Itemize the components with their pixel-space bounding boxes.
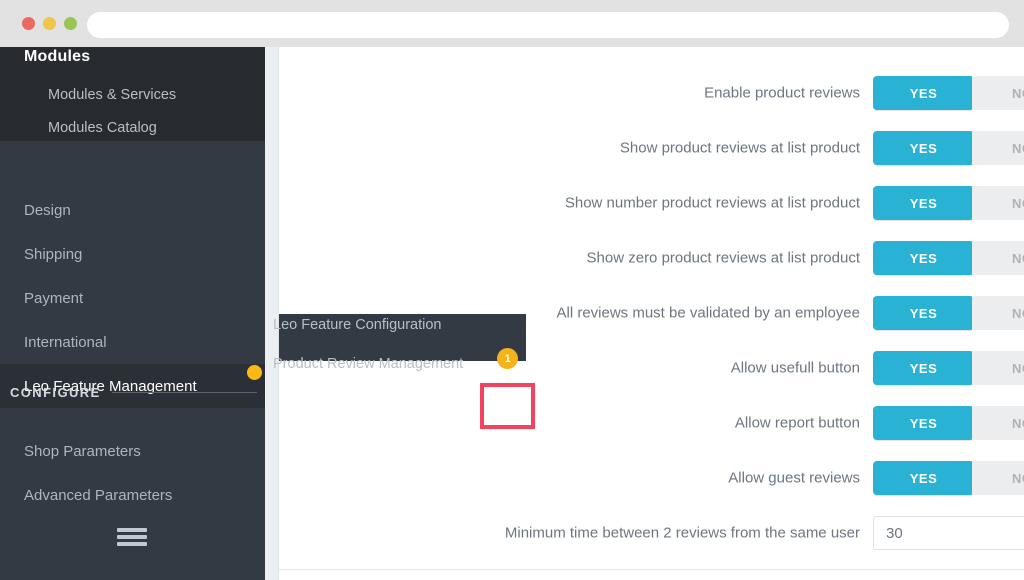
sidebar-item-modules-catalog[interactable]: Modules Catalog	[48, 120, 157, 136]
toggle-enable-product-reviews[interactable]: YES NO	[873, 76, 1024, 110]
product-review-count-badge: 1	[497, 348, 518, 369]
toggle-no-option[interactable]: NO	[972, 461, 1024, 495]
settings-row: Show product reviews at list product YES…	[279, 131, 1024, 165]
toggle-no-option[interactable]: NO	[972, 241, 1024, 275]
settings-row: Minimum time between 2 reviews from the …	[279, 516, 1024, 550]
hamburger-icon[interactable]	[117, 526, 147, 548]
toggle-yes-option[interactable]: YES	[873, 406, 974, 440]
settings-row: Enable product reviews YES NO	[279, 76, 1024, 110]
toggle-yes-option[interactable]: YES	[873, 131, 974, 165]
flyout-item-leo-feature-configuration[interactable]: Leo Feature Configuration	[273, 317, 441, 333]
sidebar-item-shop-parameters[interactable]: Shop Parameters	[0, 429, 265, 473]
toggle-show-product-reviews-at-list-product[interactable]: YES NO	[873, 131, 1024, 165]
row-label: All reviews must be validated by an empl…	[556, 304, 861, 322]
active-item-dot-icon	[247, 365, 262, 380]
toggle-yes-option[interactable]: YES	[873, 461, 974, 495]
window-controls	[22, 17, 77, 30]
settings-row: Show number product reviews at list prod…	[279, 186, 1024, 220]
flyout-item-product-review-management[interactable]: Product Review Management	[273, 356, 463, 372]
sidebar-group-divider	[112, 392, 257, 393]
app-screenshot: Modules Modules & Services Modules Catal…	[0, 0, 1024, 580]
row-label: Enable product reviews	[704, 84, 860, 102]
row-label: Show number product reviews at list prod…	[564, 194, 860, 212]
toggle-no-option[interactable]: NO	[972, 186, 1024, 220]
hamburger-bar	[117, 542, 147, 546]
row-label: Allow usefull button	[730, 359, 860, 377]
toggle-no-option[interactable]: NO	[972, 296, 1024, 330]
toggle-yes-option[interactable]: YES	[873, 296, 974, 330]
toggle-allow-report-button[interactable]: YES NO	[873, 406, 1024, 440]
toggle-no-option[interactable]: NO	[972, 351, 1024, 385]
toggle-yes-option[interactable]: YES	[873, 241, 974, 275]
zoom-window-button[interactable]	[64, 17, 77, 30]
toggle-allow-guest-reviews[interactable]: YES NO	[873, 461, 1024, 495]
toggle-allow-usefull-button[interactable]: YES NO	[873, 351, 1024, 385]
sidebar-content-gutter	[265, 47, 278, 580]
row-label: Allow report button	[734, 414, 860, 432]
attention-highlight-box	[480, 383, 535, 429]
sidebar-item-modules-services[interactable]: Modules & Services	[48, 87, 176, 103]
address-bar[interactable]	[87, 12, 1009, 38]
close-window-button[interactable]	[22, 17, 35, 30]
admin-sidebar: Modules Modules & Services Modules Catal…	[0, 47, 279, 580]
minimum-time-between-reviews-input[interactable]	[873, 516, 1024, 550]
toggle-no-option[interactable]: NO	[972, 406, 1024, 440]
toggle-show-zero-product-reviews-at-list-product[interactable]: YES NO	[873, 241, 1024, 275]
toggle-no-option[interactable]: NO	[972, 131, 1024, 165]
hamburger-bar	[117, 528, 147, 532]
flyout-submenu: Leo Feature Configuration Product Review…	[273, 314, 526, 372]
row-label: Show product reviews at list product	[619, 139, 860, 157]
browser-chrome	[0, 0, 1024, 47]
sidebar-group-configure: CONFIGURE	[10, 385, 101, 400]
url-input[interactable]	[87, 12, 1009, 38]
form-bottom-divider	[279, 569, 1024, 570]
toggle-yes-option[interactable]: YES	[873, 351, 974, 385]
row-label: Minimum time between 2 reviews from the …	[504, 524, 860, 542]
row-label: Show zero product reviews at list produc…	[586, 249, 860, 267]
toggle-yes-option[interactable]: YES	[873, 186, 974, 220]
row-label: Allow guest reviews	[728, 469, 860, 487]
hamburger-bar	[117, 535, 147, 539]
sidebar-item-design[interactable]: Design	[0, 188, 265, 232]
sidebar-section-modules[interactable]: Modules	[24, 48, 90, 66]
settings-row: Allow guest reviews YES NO	[279, 461, 1024, 495]
toggle-all-reviews-must-be-validated[interactable]: YES NO	[873, 296, 1024, 330]
sidebar-item-shipping[interactable]: Shipping	[0, 232, 265, 276]
toggle-yes-option[interactable]: YES	[873, 76, 974, 110]
sidebar-item-international[interactable]: International	[0, 320, 265, 364]
sidebar-item-advanced-parameters[interactable]: Advanced Parameters	[0, 473, 265, 517]
toggle-show-number-product-reviews-at-list-product[interactable]: YES NO	[873, 186, 1024, 220]
modules-submenu-block: Modules Modules & Services Modules Catal…	[0, 47, 265, 141]
toggle-no-option[interactable]: NO	[972, 76, 1024, 110]
settings-row: Show zero product reviews at list produc…	[279, 241, 1024, 275]
sidebar-item-payment[interactable]: Payment	[0, 276, 265, 320]
page-body: Modules Modules & Services Modules Catal…	[0, 47, 1024, 580]
settings-row: Allow report button YES NO	[279, 406, 1024, 440]
minimize-window-button[interactable]	[43, 17, 56, 30]
